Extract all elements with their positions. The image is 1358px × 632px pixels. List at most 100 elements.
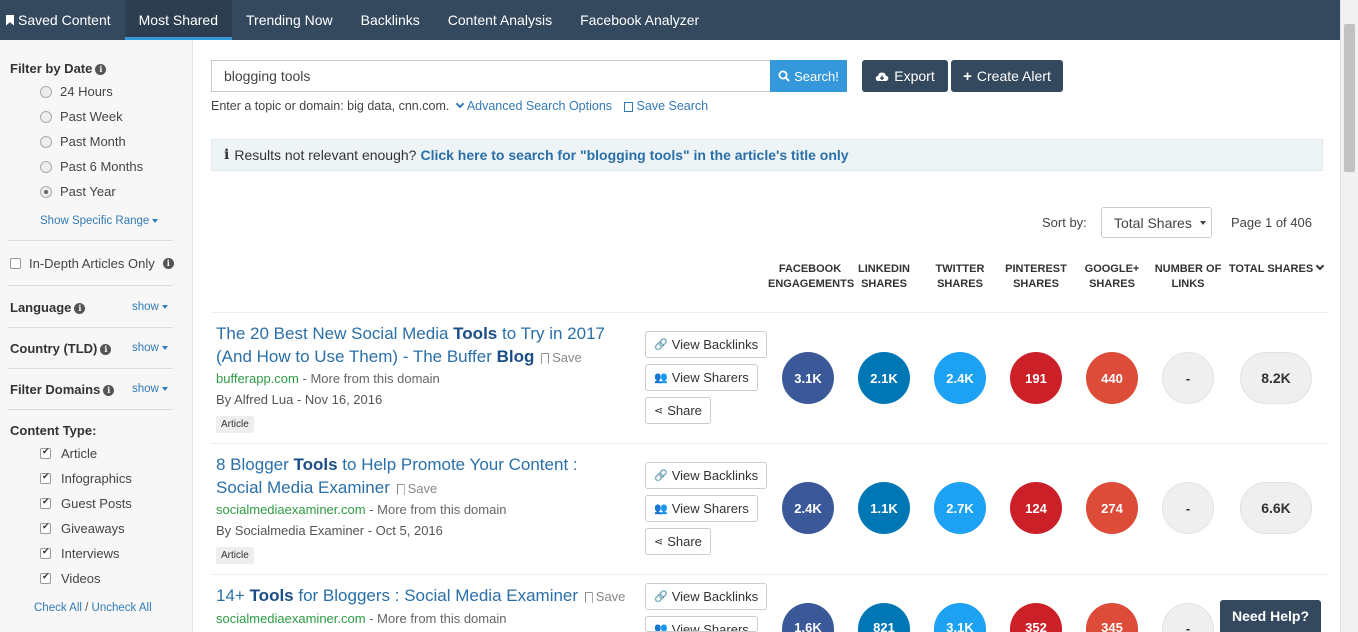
domain-link[interactable]: socialmediaexaminer.com [216, 611, 366, 626]
chevron-down-icon [455, 99, 465, 109]
col-linkedin[interactable]: LINKEDIN SHARES [842, 262, 926, 292]
save-article-link[interactable]: Save [584, 589, 625, 604]
pinterest-shares: 352 [1010, 603, 1062, 632]
show-specific-range-link[interactable]: Show Specific Range [40, 215, 159, 227]
col-line: GOOGLE+ [1084, 263, 1140, 275]
col-line: SHARES [937, 278, 983, 290]
checkbox-checked[interactable] [40, 547, 51, 559]
info-icon[interactable]: i [74, 303, 86, 315]
checkbox-checked[interactable] [40, 497, 51, 509]
checkbox-checked[interactable] [40, 472, 51, 484]
article-title-link[interactable]: 14+ Tools for Bloggers : Social Media Ex… [216, 584, 646, 608]
share-button[interactable]: ⋖ Share [645, 397, 711, 424]
info-icon[interactable]: i [95, 64, 107, 76]
create-alert-button[interactable]: + Create Alert [951, 60, 1063, 92]
save-search-link[interactable]: Save Search [623, 99, 708, 113]
vertical-scrollbar[interactable] [1340, 0, 1358, 632]
article-title-link[interactable]: 8 Blogger Tools to Help Promote Your Con… [216, 453, 616, 500]
date-option-24-hours[interactable]: 24 Hours [40, 84, 113, 99]
col-googleplus[interactable]: GOOGLE+ SHARES [1070, 262, 1154, 292]
info-icon[interactable]: i [162, 258, 174, 269]
more-from-domain-link[interactable]: - More from this domain [369, 502, 506, 517]
info-icon[interactable]: i [100, 344, 112, 356]
title-part: The 20 Best New Social Media [216, 324, 454, 343]
save-article-link[interactable]: Save [541, 350, 582, 365]
tab-backlinks[interactable]: Backlinks [347, 0, 434, 40]
language-show-toggle[interactable]: show [132, 301, 168, 313]
article-title-link[interactable]: The 20 Best New Social Media Tools to Tr… [216, 322, 636, 369]
share-button[interactable]: ⋖ Share [645, 528, 711, 555]
filter-by-date-heading: Filter by Date i [10, 61, 107, 76]
info-icon: i [224, 147, 230, 163]
search-input[interactable]: blogging tools [211, 60, 770, 92]
info-icon[interactable]: i [103, 385, 115, 397]
article-domain: socialmediaexaminer.com - More from this… [216, 611, 506, 626]
col-line: LINKEDIN [858, 263, 910, 275]
export-button[interactable]: Export [862, 60, 948, 92]
search-icon [778, 70, 790, 82]
tab-most-shared[interactable]: Most Shared [124, 0, 233, 40]
content-type-article[interactable]: Article [40, 446, 97, 461]
more-from-domain-link[interactable]: - More from this domain [369, 611, 506, 626]
advanced-search-link[interactable]: Advanced Search Options [455, 99, 612, 113]
linkedin-shares: 1.1K [858, 482, 910, 534]
row-divider [211, 312, 1328, 313]
content-type-interviews[interactable]: Interviews [40, 546, 120, 561]
content-type-guest-posts[interactable]: Guest Posts [40, 496, 132, 511]
uncheck-all-link[interactable]: Uncheck All [92, 602, 152, 614]
tab-saved-content[interactable]: Saved Content [0, 0, 125, 40]
view-backlinks-button[interactable]: 🔗 View Backlinks [645, 462, 768, 489]
content-type-infographics[interactable]: Infographics [40, 471, 132, 486]
divider [8, 240, 173, 241]
country-show-toggle[interactable]: show [132, 342, 168, 354]
radio-button[interactable] [40, 85, 52, 98]
tab-content-analysis[interactable]: Content Analysis [434, 0, 566, 40]
radio-button[interactable] [40, 135, 52, 148]
check-all-link[interactable]: Check All [34, 602, 82, 614]
tab-facebook-analyzer[interactable]: Facebook Analyzer [566, 0, 713, 40]
col-facebook[interactable]: FACEBOOK ENGAGEMENTS [768, 262, 854, 292]
view-sharers-button[interactable]: 👥 View Sharers [645, 616, 758, 632]
content-type-giveaways[interactable]: Giveaways [40, 521, 125, 536]
divider [8, 409, 173, 410]
number-of-links: - [1162, 352, 1214, 404]
chevron-down-icon [1315, 261, 1325, 271]
date-option-past-year[interactable]: Past Year [40, 184, 116, 199]
in-depth-articles-option[interactable]: In-Depth Articles Only i [10, 256, 174, 271]
need-help-button[interactable]: Need Help? [1220, 600, 1321, 632]
content-type-videos[interactable]: Videos [40, 571, 101, 586]
tab-trending-now[interactable]: Trending Now [232, 0, 347, 40]
more-from-domain-link[interactable]: - More from this domain [303, 371, 440, 386]
save-article-link[interactable]: Save [396, 481, 437, 496]
sort-select[interactable]: Total Shares [1101, 207, 1212, 238]
view-sharers-button[interactable]: 👥 View Sharers [645, 364, 758, 391]
checkbox[interactable] [10, 258, 21, 269]
radio-button[interactable] [40, 160, 52, 173]
col-links[interactable]: NUMBER OF LINKS [1146, 262, 1230, 292]
article-byline: By Socialmedia Examiner - Oct 5, 2016 [216, 523, 443, 538]
date-option-past-6-months[interactable]: Past 6 Months [40, 159, 143, 174]
number-of-links: - [1162, 482, 1214, 534]
radio-button-selected[interactable] [40, 185, 52, 198]
search-button[interactable]: Search! [770, 60, 847, 92]
number-of-links: - [1162, 603, 1214, 632]
view-backlinks-button[interactable]: 🔗 View Backlinks [645, 583, 768, 610]
twitter-shares: 3.1K [934, 603, 986, 632]
col-total-shares[interactable]: TOTAL SHARES [1228, 261, 1325, 277]
scrollbar-thumb[interactable] [1344, 24, 1355, 172]
filter-domains-show-toggle[interactable]: show [132, 383, 168, 395]
checkbox-checked[interactable] [40, 522, 51, 534]
date-option-past-month[interactable]: Past Month [40, 134, 126, 149]
domain-link[interactable]: bufferapp.com [216, 371, 299, 386]
view-sharers-button[interactable]: 👥 View Sharers [645, 495, 758, 522]
date-option-past-week[interactable]: Past Week [40, 109, 123, 124]
domain-link[interactable]: socialmediaexaminer.com [216, 502, 366, 517]
title-highlight: Tools [249, 586, 294, 605]
title-only-search-link[interactable]: Click here to search for "blogging tools… [420, 147, 848, 163]
checkbox-checked[interactable] [40, 572, 51, 584]
col-pinterest[interactable]: PINTEREST SHARES [994, 262, 1078, 292]
checkbox-checked[interactable] [40, 447, 51, 459]
col-twitter[interactable]: TWITTER SHARES [918, 262, 1002, 292]
radio-button[interactable] [40, 110, 52, 123]
view-backlinks-button[interactable]: 🔗 View Backlinks [645, 331, 768, 358]
